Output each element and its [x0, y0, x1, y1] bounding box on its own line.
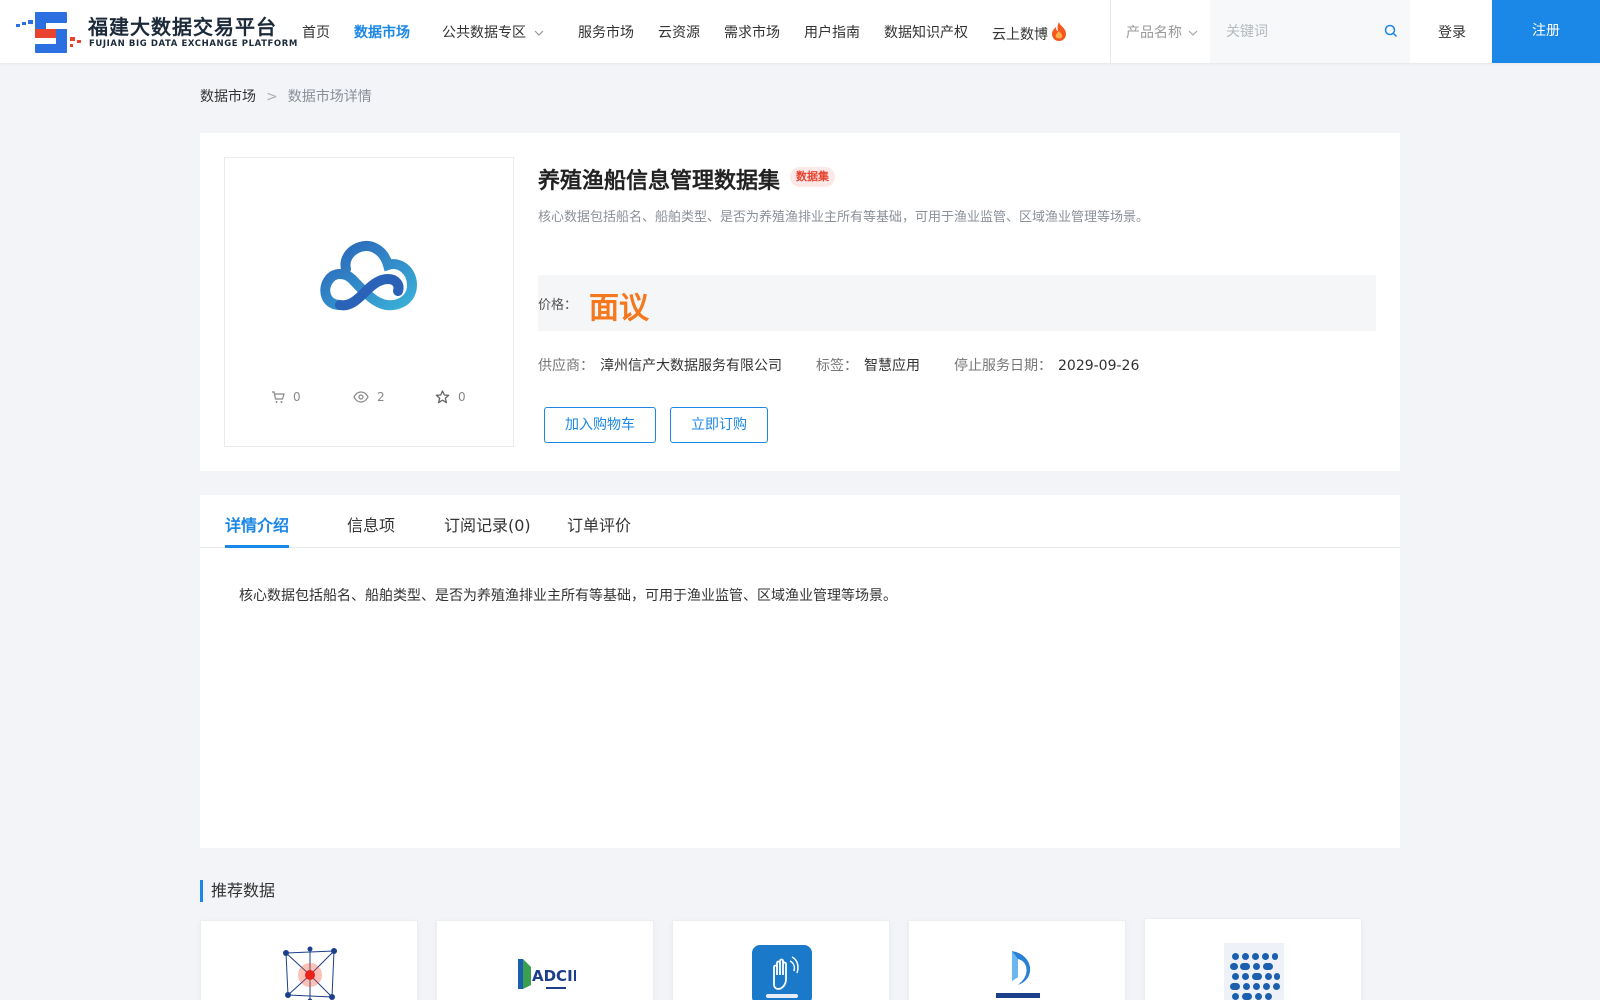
recommended-card[interactable]: [200, 920, 418, 1000]
star-icon: [435, 390, 450, 404]
eye-icon: [353, 391, 369, 403]
network-node-icon: [280, 945, 340, 1000]
product-stats: 0 2 0: [225, 390, 515, 410]
price-value: 面议: [589, 291, 649, 326]
recommended-card[interactable]: [908, 920, 1126, 1000]
chevron-down-icon: [1188, 30, 1198, 36]
chevron-down-icon: [534, 30, 544, 36]
stop-date-info: 停止服务日期： 2029-09-26: [954, 355, 1139, 375]
recommended-title: 推荐数据: [200, 880, 275, 902]
cart-icon: [272, 391, 285, 403]
supplier-info: 供应商： 漳州信产大数据服务有限公司: [538, 355, 782, 375]
breadcrumb-current: 数据市场详情: [287, 89, 372, 105]
favorite-count-stat[interactable]: 0: [435, 390, 466, 404]
price-bar: 价格： 面议: [538, 275, 1376, 331]
tab-subscription-records[interactable]: 订阅记录(0): [444, 512, 531, 536]
order-now-button[interactable]: 立即订购: [670, 407, 768, 443]
cart-count: 0: [293, 390, 301, 404]
favorite-count: 0: [458, 390, 466, 404]
cart-count-stat: 0: [271, 390, 301, 404]
tab-order-reviews[interactable]: 订单评价: [567, 512, 631, 536]
cloud-infinity-logo-icon: [320, 241, 418, 311]
supplier-label: 供应商：: [538, 358, 594, 374]
nav-cloud-expo[interactable]: 云上数博: [992, 22, 1067, 44]
site-logo[interactable]: 福建大数据交易平台 FUJIAN BIG DATA EXCHANGE PLATF…: [16, 9, 297, 55]
d-letter-logo-icon: [996, 951, 1040, 998]
recommended-card[interactable]: [1144, 918, 1362, 1000]
view-count: 2: [377, 390, 385, 404]
search-input[interactable]: [1226, 20, 1376, 44]
tabs-bar: 详情介绍 信息项 订阅记录(0) 订单评价: [200, 495, 1400, 548]
product-description: 核心数据包括船名、船舶类型、是否为养殖渔排业主所有等基础，可用于渔业监管、区域渔…: [538, 210, 1150, 225]
breadcrumb-home[interactable]: 数据市场: [200, 89, 256, 105]
logo-mark-icon: [16, 12, 81, 53]
fire-icon: [1052, 22, 1066, 41]
nav-service-market[interactable]: 服务市场: [578, 22, 634, 42]
recommended-card[interactable]: [672, 920, 890, 1000]
header-divider: [1110, 0, 1111, 63]
search-box: [1210, 0, 1410, 63]
logo-title: 福建大数据交易平台: [88, 15, 277, 39]
nav-data-ip[interactable]: 数据知识产权: [884, 22, 968, 42]
nav-user-guide[interactable]: 用户指南: [804, 22, 860, 42]
breadcrumb-separator: >: [266, 89, 278, 105]
tag-label: 标签：: [816, 358, 858, 374]
svg-text:ADCID: ADCID: [532, 967, 576, 985]
nav-cloud-resources[interactable]: 云资源: [658, 22, 700, 42]
tab-details[interactable]: 详情介绍: [225, 512, 289, 536]
search-icon[interactable]: [1384, 24, 1398, 38]
hand-signal-app-icon: [752, 945, 812, 1000]
search-type-value: 产品名称: [1126, 25, 1182, 41]
product-type-badge: 数据集: [790, 167, 835, 187]
nav-public-data-label: 公共数据专区: [442, 25, 526, 41]
nav-demand-market[interactable]: 需求市场: [724, 22, 780, 42]
logo-subtitle: FUJIAN BIG DATA EXCHANGE PLATFORM: [89, 39, 298, 49]
recommended-card[interactable]: ADCID: [436, 920, 654, 1000]
tab-info-items[interactable]: 信息项: [347, 512, 395, 536]
supplier-value[interactable]: 漳州信产大数据服务有限公司: [600, 358, 782, 374]
breadcrumb: 数据市场 > 数据市场详情: [200, 86, 372, 106]
site-header: 福建大数据交易平台 FUJIAN BIG DATA EXCHANGE PLATF…: [0, 0, 1600, 63]
adcid-logo-icon: ADCID: [518, 959, 576, 989]
view-count-stat: 2: [353, 390, 385, 404]
nav-public-data[interactable]: 公共数据专区: [442, 22, 544, 42]
price-label: 价格：: [538, 298, 578, 313]
tag-value: 智慧应用: [864, 358, 920, 374]
active-tab-indicator: [225, 545, 289, 548]
details-content: 核心数据包括船名、船舶类型、是否为养殖渔排业主所有等基础，可用于渔业监管、区域渔…: [239, 588, 897, 604]
dot-grid-logo-icon: [1224, 943, 1284, 1000]
stop-date-label: 停止服务日期：: [954, 358, 1052, 374]
product-image-box: 0 2 0: [224, 157, 514, 447]
stop-date-value: 2029-09-26: [1058, 358, 1140, 374]
login-link[interactable]: 登录: [1438, 22, 1466, 42]
product-title: 养殖渔船信息管理数据集: [538, 169, 781, 194]
nav-data-market[interactable]: 数据市场: [354, 22, 410, 42]
detail-tabs-card: 详情介绍 信息项 订阅记录(0) 订单评价 核心数据包括船名、船舶类型、是否为养…: [200, 495, 1400, 848]
add-to-cart-button[interactable]: 加入购物车: [544, 407, 656, 443]
search-type-select[interactable]: 产品名称: [1126, 22, 1198, 42]
tag-info: 标签： 智慧应用: [816, 355, 920, 375]
nav-home[interactable]: 首页: [302, 22, 330, 42]
product-card: 0 2 0 养殖渔船信息管理数据集 数据集 核心数据包括船名、船舶类型、是否为养…: [200, 133, 1400, 471]
register-button[interactable]: 注册: [1492, 0, 1600, 63]
nav-cloud-expo-label: 云上数博: [992, 27, 1048, 43]
